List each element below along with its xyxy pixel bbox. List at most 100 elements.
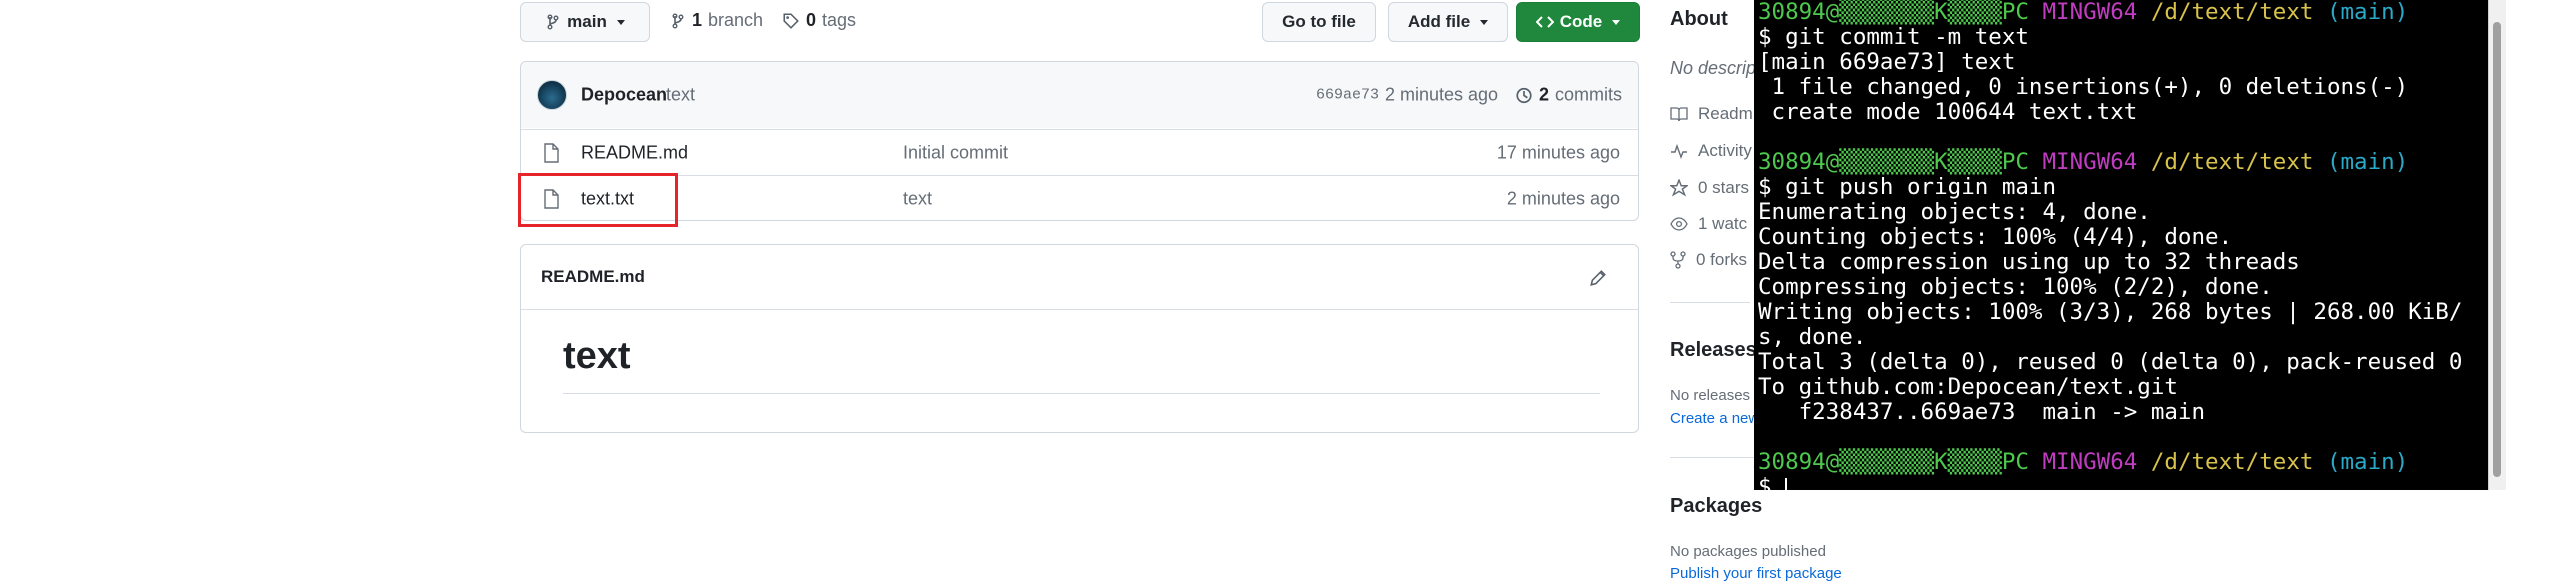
terminal-text: $ git push origin main <box>1758 174 2057 200</box>
terminal-text: K <box>1934 449 1948 475</box>
no-packages-text: No packages published <box>1670 543 1826 560</box>
create-release-link[interactable]: Create a new <box>1670 410 1759 427</box>
terminal-text: ▒▒▒▒▒▒▒ <box>1839 449 1935 475</box>
terminal-text: 30894@ <box>1758 0 1840 25</box>
terminal-text: K <box>1934 0 1948 25</box>
terminal-cursor <box>1785 477 1788 490</box>
file-name[interactable]: README.md <box>581 142 688 163</box>
file-commit-message[interactable]: Initial commit <box>903 142 1008 163</box>
commit-time: 2 minutes ago <box>1385 84 1499 105</box>
terminal-text: /d/text/text <box>2150 449 2327 475</box>
file-time: 2 minutes ago <box>1506 188 1620 208</box>
terminal-line: To github.com:Depocean/text.git <box>1758 375 2506 400</box>
readme-link[interactable]: Readm <box>1670 104 1753 124</box>
git-branch-icon <box>672 13 684 28</box>
terminal-text: ▒▒▒▒ <box>1947 0 2002 25</box>
activity-label: Activity <box>1698 141 1752 160</box>
watchers-link[interactable]: 1 watc <box>1670 214 1747 234</box>
commit-count: 2 <box>1539 84 1550 105</box>
stars-link[interactable]: 0 stars <box>1670 178 1749 198</box>
terminal-text: Compressing objects: 100% (2/2), done. <box>1758 274 2273 300</box>
file-icon <box>544 142 559 163</box>
terminal-text: /d/text/text <box>2150 0 2327 25</box>
publish-package-link[interactable]: Publish your first package <box>1670 565 1842 582</box>
file-list: Depocean text 669ae73 2 minutes ago 2 co… <box>520 61 1639 221</box>
no-description-text: No descrip <box>1670 58 1757 78</box>
add-file-label: Add file <box>1407 12 1471 31</box>
activity-link[interactable]: Activity <box>1670 141 1752 161</box>
terminal-line: 30894@▒▒▒▒▒▒▒K▒▒▒▒PC MINGW64 /d/text/tex… <box>1758 0 2506 25</box>
terminal-text: 30894@ <box>1758 149 1840 175</box>
file-commit-message[interactable]: text <box>903 188 932 209</box>
terminal-text: MINGW64 <box>2042 0 2151 25</box>
terminal-text: MINGW64 <box>2042 449 2151 475</box>
terminal-text: Enumerating objects: 4, done. <box>1758 199 2151 225</box>
stars-label: 0 stars <box>1698 178 1750 197</box>
terminal-text: ▒▒▒▒ <box>1947 449 2002 475</box>
terminal-text: Total 3 (delta 0), reused 0 (delta 0), p… <box>1758 349 2463 375</box>
pencil-icon[interactable] <box>1589 269 1607 287</box>
commit-author[interactable]: Depocean <box>581 85 667 106</box>
terminal-text: 1 file changed, 0 insertions(+), 0 delet… <box>1758 74 2409 100</box>
pulse-icon <box>1671 143 1687 159</box>
terminal-line: f238437..669ae73 main -> main <box>1758 400 2506 425</box>
tags-link[interactable]: 0 tags <box>782 10 856 31</box>
packages-heading[interactable]: Packages <box>1670 495 1762 518</box>
history-icon <box>1516 87 1532 103</box>
terminal-text: PC <box>2001 0 2043 25</box>
terminal-line: $ git commit -m text <box>1758 25 2506 50</box>
go-to-file-button[interactable]: Go to file <box>1262 2 1376 42</box>
terminal-text: K <box>1934 149 1948 175</box>
terminal-text: To github.com:Depocean/text.git <box>1758 374 2178 400</box>
branch-word: branch <box>708 10 764 30</box>
add-file-button[interactable]: Add file <box>1388 2 1508 42</box>
terminal-text: (main) <box>2326 0 2409 25</box>
terminal-text: (main) <box>2326 149 2409 175</box>
terminal-line: Delta compression using up to 32 threads <box>1758 250 2506 275</box>
terminal-text: 30894@ <box>1758 449 1840 475</box>
terminal-line: create mode 100644 text.txt <box>1758 100 2506 125</box>
releases-heading[interactable]: Releases <box>1670 339 1757 362</box>
chevron-down-icon <box>616 19 625 25</box>
terminal-text: /d/text/text <box>2150 149 2327 175</box>
commits-link[interactable]: 2 commits <box>1515 85 1622 106</box>
terminal-scrollbar-thumb[interactable] <box>2493 22 2501 477</box>
readme-link-label: Readm <box>1698 104 1753 123</box>
terminal-text: Writing objects: 100% (3/3), 268 bytes |… <box>1758 299 2463 325</box>
avatar[interactable] <box>537 80 567 110</box>
terminal-line: s, done. <box>1758 325 2506 350</box>
divider <box>521 309 1638 310</box>
commit-hash[interactable]: 669ae73 <box>1316 87 1379 104</box>
branch-count: 1 <box>692 10 703 30</box>
tag-count: 0 <box>806 10 817 30</box>
commit-message[interactable]: text <box>666 85 695 106</box>
forks-label: 0 forks <box>1696 250 1748 269</box>
fork-icon <box>1670 251 1686 269</box>
chevron-down-icon <box>1612 19 1621 25</box>
terminal-text: PC <box>2001 149 2043 175</box>
terminal-text: MINGW64 <box>2042 149 2151 175</box>
terminal-text: ▒▒▒▒▒▒▒ <box>1839 149 1935 175</box>
terminal-line: Enumerating objects: 4, done. <box>1758 200 2506 225</box>
branches-link[interactable]: 1 branch <box>670 10 763 31</box>
code-button[interactable]: Code <box>1516 2 1640 42</box>
terminal-line: 1 file changed, 0 insertions(+), 0 delet… <box>1758 75 2506 100</box>
terminal-text: create mode 100644 text.txt <box>1758 99 2138 125</box>
branch-name: main <box>567 12 607 31</box>
table-row[interactable]: text.txt text 2 minutes ago <box>521 175 1638 221</box>
terminal-text: (main) <box>2326 449 2409 475</box>
readme-filename[interactable]: README.md <box>541 267 645 287</box>
no-releases-text: No releases p <box>1670 387 1763 404</box>
terminal-text: $ <box>1758 474 1786 491</box>
terminal-line: [main 669ae73] text <box>1758 50 2506 75</box>
terminal-text: ▒▒▒▒ <box>1947 149 2002 175</box>
divider <box>563 393 1600 394</box>
branch-selector-button[interactable]: main <box>520 2 650 42</box>
about-heading: About <box>1670 8 1728 30</box>
forks-link[interactable]: 0 forks <box>1670 250 1747 270</box>
terminal-line: $ git push origin main <box>1758 175 2506 200</box>
table-row[interactable]: README.md Initial commit 17 minutes ago <box>521 129 1638 175</box>
terminal-window[interactable]: 30894@▒▒▒▒▒▒▒K▒▒▒▒PC MINGW64 /d/text/tex… <box>1754 0 2506 490</box>
